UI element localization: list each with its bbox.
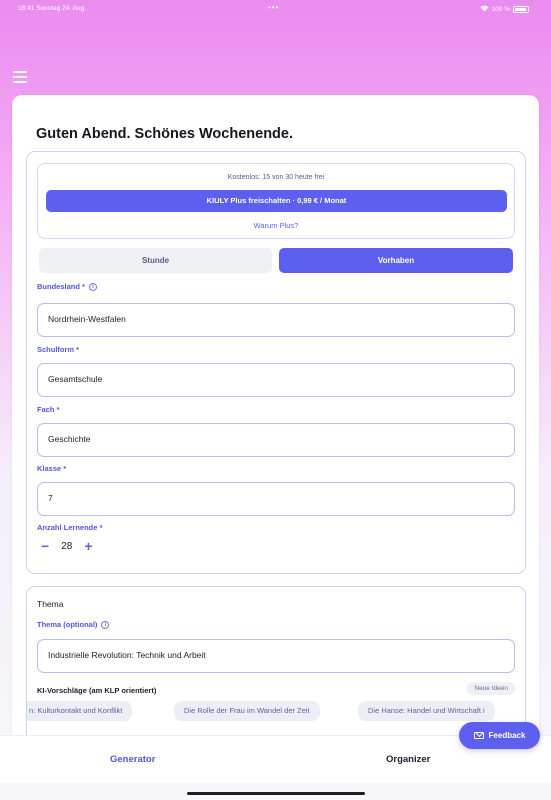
why-plus-link[interactable]: Warum Plus? [38,221,514,230]
anzahl-lernende-label: Anzahl Lernende * [37,523,103,532]
status-time-date: 18:41 Sonntag 24. Aug. [18,5,86,12]
battery-percent: 100 % [491,6,510,13]
schulform-label: Schulform * [37,345,80,354]
increment-button[interactable]: + [84,539,92,553]
decrement-button[interactable]: − [41,539,49,553]
unlock-plus-button[interactable]: KIULY Plus freischalten · 0,99 € / Monat [46,190,507,212]
battery-icon [513,6,529,13]
tab-generator[interactable]: Generator [110,754,155,765]
status-indicators: 100 % [480,5,529,14]
ki-suggestions-title: KI-Vorschläge (am KLP orientiert) [37,686,157,695]
thema-field[interactable]: Industrielle Revolution: Technik und Arb… [37,639,515,673]
feedback-label: Feedback [488,731,526,740]
suggestion-chip[interactable]: Die Rolle der Frau im Wandel der Zeit [174,701,320,721]
bundesland-field[interactable]: Nordrhein-Westfalen [37,303,515,337]
multitasking-dots[interactable]: ••• [268,3,279,12]
suggestion-chip[interactable]: Die Hanse: Handel und Wirtschaft i [358,701,495,721]
suggestion-chips: n: Kulturkontakt und Konflikt Die Rolle … [27,701,525,721]
suggestion-chip[interactable]: n: Kulturkontakt und Konflikt [27,701,133,721]
fach-field[interactable]: Geschichte [37,423,515,457]
thema-section-title: Thema [37,599,64,609]
feedback-button[interactable]: Feedback [459,722,540,749]
settings-panel: Kostenlos: 15 von 30 heute frei KIULY Pl… [26,151,526,574]
bundesland-label-text: Bundesland * [37,282,85,291]
main-card: Guten Abend. Schönes Wochenende. Kostenl… [12,95,539,735]
thema-label: Thema (optional) i [37,620,110,629]
info-icon[interactable]: i [88,282,97,291]
new-ideas-button[interactable]: Neue Ideen [467,682,515,695]
info-icon[interactable]: i [101,620,110,629]
klasse-field[interactable]: 7 [37,482,515,516]
tab-organizer[interactable]: Organizer [386,754,430,765]
klasse-label: Klasse * [37,464,67,473]
lernende-count: 28 [61,540,73,552]
hamburger-menu-icon[interactable] [13,71,27,83]
greeting-title: Guten Abend. Schönes Wochenende. [36,126,293,142]
bundesland-label: Bundesland * i [37,282,97,291]
lernende-stepper: − 28 + [41,539,93,553]
schulform-field[interactable]: Gesamtschule [37,363,515,397]
tab-stunde[interactable]: Stunde [39,248,272,273]
free-quota-text: Kostenlos: 15 von 30 heute frei [227,174,325,181]
mail-icon [473,732,484,739]
thema-label-text: Thema (optional) [37,620,98,629]
home-indicator [187,792,365,795]
wifi-icon [480,5,489,14]
fach-label: Fach * [37,405,60,414]
plus-upsell-box: Kostenlos: 15 von 30 heute frei KIULY Pl… [37,163,515,239]
thema-panel: Thema Thema (optional) i Industrielle Re… [26,586,526,735]
status-bar: 18:41 Sonntag 24. Aug. ••• 100 % [0,0,551,18]
tab-vorhaben[interactable]: Vorhaben [279,248,513,273]
